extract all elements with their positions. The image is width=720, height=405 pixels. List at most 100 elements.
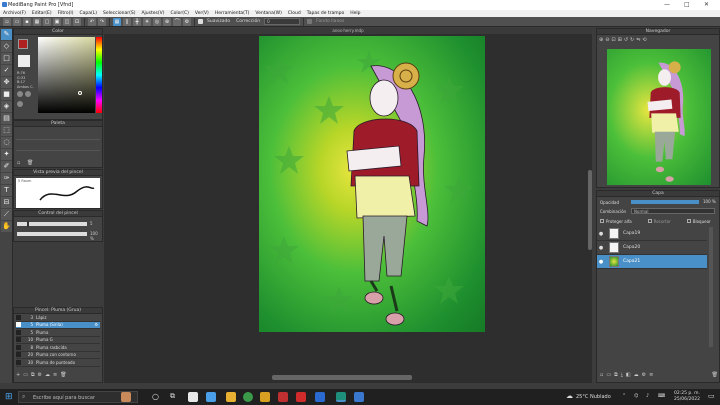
magic-wand-icon[interactable]: ✦ [1,149,12,160]
zoom-fit-icon[interactable]: ⊡ [611,37,615,45]
zoom-in-icon[interactable]: ⊕ [599,37,603,45]
menu-seleccionar[interactable]: Seleccionar(S) [103,11,135,16]
layer-mask-icon[interactable]: ◧ [626,372,631,380]
language-icon[interactable]: ⌨ [658,393,665,399]
eye-icon[interactable]: ● [597,259,605,265]
select-tool-icon[interactable]: ⬚ [1,125,12,136]
network-icon[interactable]: ⌬ [634,393,638,399]
navigator-thumbnail[interactable] [607,49,711,185]
color-mode-icon[interactable] [17,91,23,97]
layer-folder-icon[interactable]: ▭ [606,372,611,380]
palette-row[interactable] [16,141,100,151]
zoom-out-icon[interactable]: ⊖ [605,37,609,45]
menu-tapas[interactable]: Tapas de trampo [307,11,345,16]
new-file-icon[interactable]: ▫ [3,17,11,26]
taskbar-app-icon[interactable] [121,392,131,402]
foreground-swatch[interactable] [18,39,28,49]
clip-checkbox[interactable] [647,219,652,223]
snap-curve-icon[interactable]: ⌒ [173,17,181,26]
redo-icon[interactable]: ↷ [98,17,106,26]
layer-settings-icon[interactable]: ⚙ [642,372,646,380]
layer-scrollbar[interactable] [709,227,713,347]
layer-merge-icon[interactable]: ⤓ [621,372,623,380]
brush-list-item[interactable]: 5 Pluma (Sirila) ⚙ [16,321,100,329]
hand-tool-icon[interactable]: ✋ [1,221,12,232]
transform-icon[interactable]: ◫ [63,17,71,26]
cortana-icon[interactable]: ○ [152,392,159,401]
move-tool-icon[interactable]: ✥ [1,77,12,88]
slider-handle[interactable] [27,221,29,227]
brush-list-icon[interactable]: ≡ [53,372,57,380]
brush-tool-icon[interactable]: ✎ [1,29,12,40]
file-explorer-icon[interactable] [226,392,236,402]
brush-copy-icon[interactable]: ⧉ [31,372,35,380]
mail-icon[interactable] [206,392,216,402]
layer-opacity-slider[interactable] [631,200,699,204]
menu-archivo[interactable]: Archivo(F) [3,11,26,16]
taskbar-app-icon[interactable] [354,392,364,402]
canvas-v-scrollbar[interactable] [588,170,592,250]
menu-filtro[interactable]: Filtro(I) [58,11,74,16]
menu-capa[interactable]: Capa(L) [79,11,97,16]
rect-tool-icon[interactable]: □ [1,53,12,64]
gradient-tool-icon[interactable]: ▤ [1,113,12,124]
new-layer-icon[interactable]: ▫ [600,372,603,380]
chrome-icon[interactable] [243,392,253,402]
crop-icon[interactable]: ⊡ [73,17,81,26]
delete-layer-icon[interactable]: 🗑 [712,372,718,380]
lock-checkbox[interactable] [686,219,691,223]
color-mode-icon[interactable] [17,101,23,107]
text-tool-icon[interactable]: T [1,185,12,196]
clock[interactable]: 02:25 p. m. 25/06/2022 [674,391,700,403]
office-icon[interactable] [278,392,288,402]
menu-ajustes[interactable]: Ajustes(V) [141,11,164,16]
snap-vanish-icon[interactable]: ✳ [143,17,151,26]
brush-list-item[interactable]: 8 Pluma rasbcida [16,344,100,352]
brush-settings-icon[interactable]: ⚙ [38,372,42,380]
add-palette-icon[interactable]: ▫ [17,160,20,166]
snap-circle-icon[interactable]: ◎ [153,17,161,26]
reset-view-icon[interactable]: ⟲ [642,37,646,45]
medibang-taskbar-icon[interactable] [336,392,346,402]
snap-off-icon[interactable]: ▦ [113,17,121,26]
undo-icon[interactable]: ↶ [88,17,96,26]
blend-mode-select[interactable]: Normal [631,208,715,214]
select-eraser-icon[interactable]: ✑ [1,173,12,184]
suavizado-checkbox[interactable] [198,19,203,24]
eye-icon[interactable]: ● [597,231,605,237]
layer-row[interactable]: ● Capa19 [597,227,707,241]
taskbar-app-icon[interactable] [315,392,325,402]
store-icon[interactable] [188,392,198,402]
artwork-canvas[interactable] [259,36,485,332]
brush-size-slider[interactable] [17,221,87,227]
check-tool-icon[interactable]: ✓ [1,65,12,76]
layer-row[interactable]: ● Capa20 [597,241,707,255]
flip-icon[interactable]: ⇋ [636,37,640,45]
layer-cloud-icon[interactable]: ☁ [634,372,639,380]
canvas-h-scrollbar[interactable] [272,375,412,380]
weather-temp[interactable]: 25°C [576,394,588,400]
divide-tool-icon[interactable]: ⊟ [1,197,12,208]
palette-row[interactable] [16,130,100,140]
delete-palette-icon[interactable]: 🗑 [27,160,33,166]
snap-radial-icon[interactable]: ⊕ [163,17,171,26]
rotate-right-icon[interactable]: ↻ [630,37,634,45]
menu-ver[interactable]: Ver(V) [195,11,209,16]
bucket-tool-icon[interactable]: ◈ [1,101,12,112]
select-pen-icon[interactable]: ✐ [1,161,12,172]
color-mode-icon[interactable] [25,91,31,97]
weather-desc[interactable]: Nublado [590,394,611,400]
rotate-left-icon[interactable]: ↺ [624,37,628,45]
close-button[interactable]: ✕ [704,1,709,8]
add-brush-icon[interactable]: + [16,372,20,380]
brush-delete-icon[interactable]: 🗑 [60,372,66,380]
save-icon[interactable]: ▪ [23,17,31,26]
menu-herramienta[interactable]: Herramienta(T) [215,11,250,16]
eye-icon[interactable]: ● [597,245,605,251]
brush-folder-icon[interactable]: ▭ [23,372,28,380]
maximize-button[interactable]: □ [684,1,690,8]
layer-menu-icon[interactable]: ≡ [649,372,653,380]
brush-cloud-icon[interactable]: ☁ [45,372,50,380]
open-file-icon[interactable]: ▭ [13,17,21,26]
menu-help[interactable]: Help [350,11,360,16]
